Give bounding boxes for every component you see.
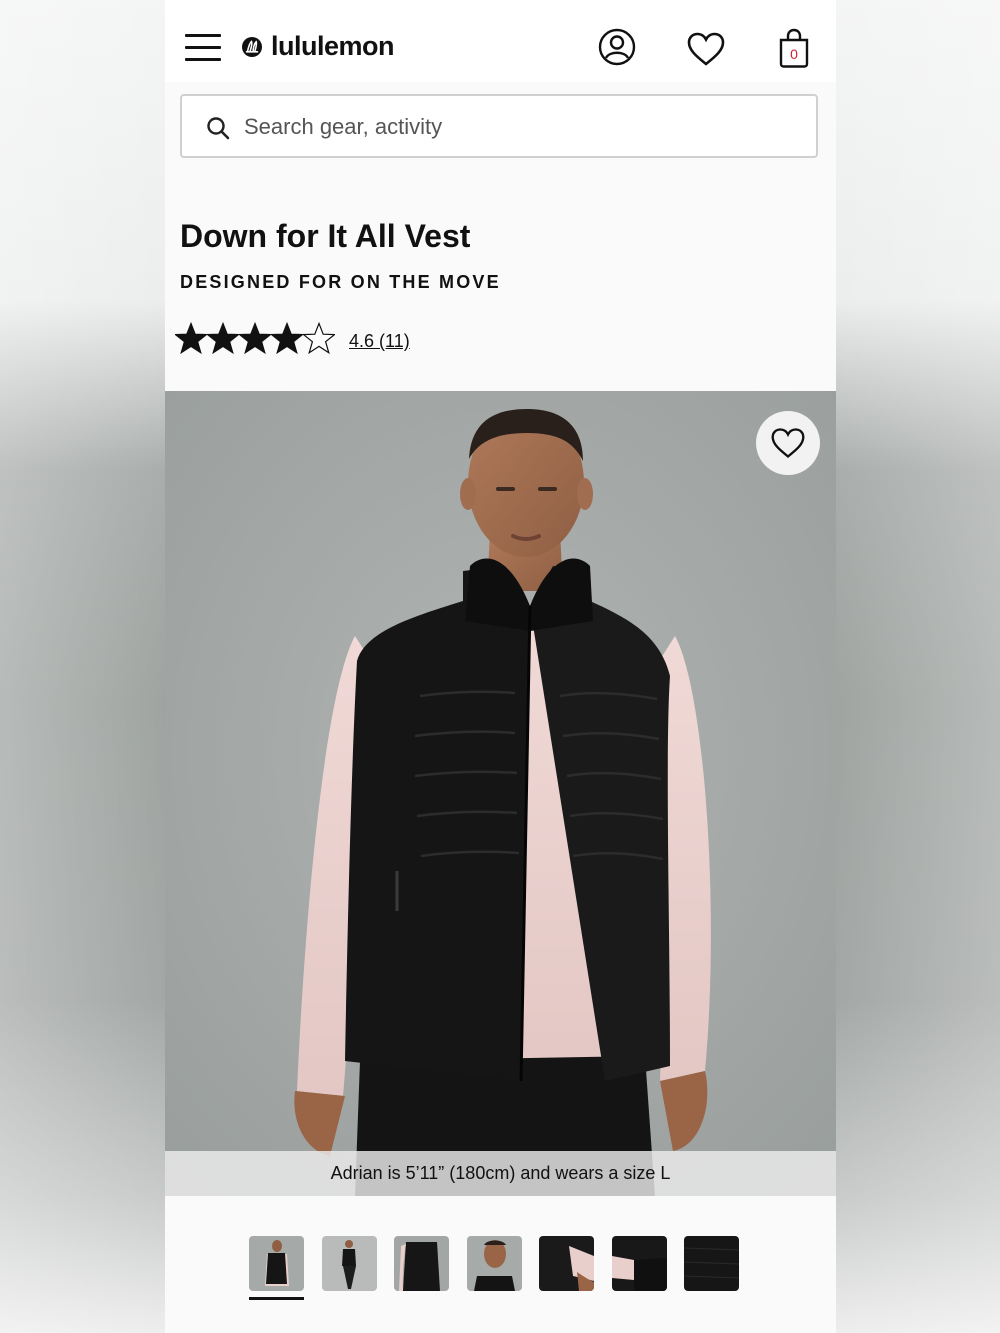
selected-thumbnail-indicator (249, 1297, 304, 1300)
lululemon-logo-icon[interactable] (241, 36, 263, 58)
product-image[interactable]: Adrian is 5’11” (180cm) and wears a size… (165, 391, 836, 1196)
brand-name[interactable]: lululemon (271, 31, 395, 62)
product-subtitle: DESIGNED FOR ON THE MOVE (180, 272, 501, 292)
rating-link[interactable]: 4.6 (11) (349, 331, 410, 352)
star-4-icon (270, 322, 304, 354)
thumbnail-3[interactable] (394, 1236, 449, 1291)
star-5-icon (302, 322, 335, 354)
thumbnail-7[interactable] (684, 1236, 739, 1291)
shopping-bag-icon[interactable]: 0 (778, 28, 810, 68)
favorite-button[interactable] (756, 411, 820, 475)
thumbnail-6[interactable] (612, 1236, 667, 1291)
menu-icon[interactable] (185, 34, 221, 62)
search-bar[interactable] (180, 94, 818, 158)
background-blur-left (0, 0, 165, 1333)
thumbnail-1[interactable] (249, 1236, 304, 1291)
thumbnail-2[interactable] (322, 1236, 377, 1291)
star-rating[interactable] (175, 320, 335, 356)
search-input[interactable] (242, 104, 806, 150)
top-header: lululemon 0 (165, 0, 836, 82)
background-blur-right (835, 0, 1000, 1333)
thumbnail-4[interactable] (467, 1236, 522, 1291)
bag-count: 0 (790, 46, 798, 62)
star-3-icon (238, 322, 272, 354)
star-1-icon (175, 322, 208, 354)
model-photo (165, 391, 836, 1196)
heart-icon (771, 428, 805, 458)
search-icon (207, 117, 230, 140)
model-size-caption: Adrian is 5’11” (180cm) and wears a size… (165, 1151, 836, 1196)
account-icon[interactable] (598, 28, 636, 66)
thumbnail-5[interactable] (539, 1236, 594, 1291)
product-title: Down for It All Vest (180, 218, 471, 254)
star-2-icon (206, 322, 240, 354)
star-icons (175, 322, 335, 354)
product-page: lululemon 0 Down for It All Vest DESIGNE… (165, 0, 836, 1333)
wishlist-heart-icon[interactable] (686, 31, 726, 67)
